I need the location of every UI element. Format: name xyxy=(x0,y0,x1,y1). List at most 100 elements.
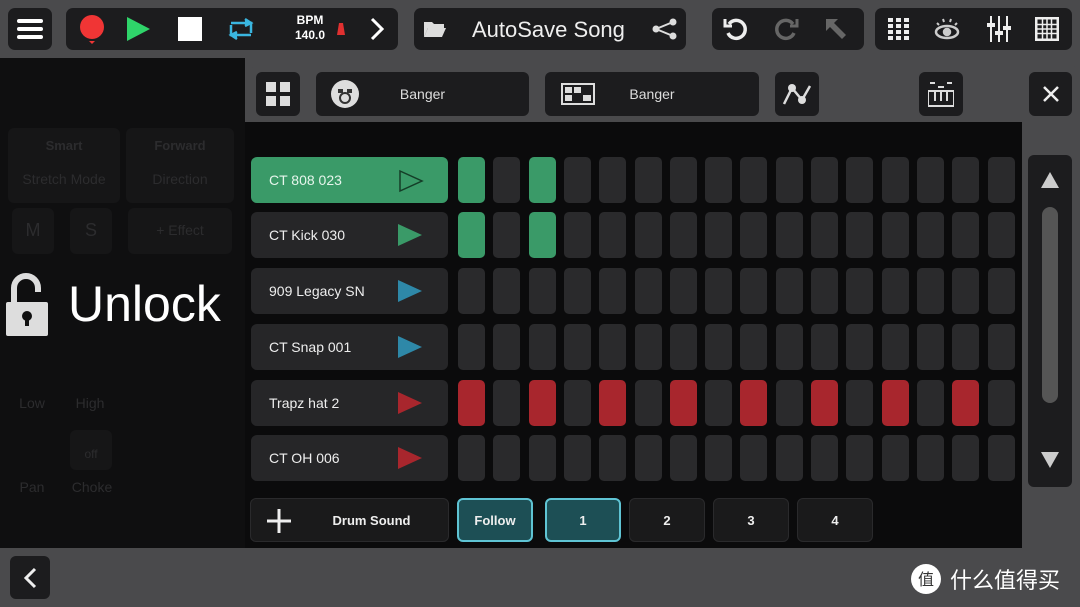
step-pad[interactable] xyxy=(669,324,697,370)
step-pad[interactable] xyxy=(916,212,944,258)
stop-button[interactable] xyxy=(170,8,210,50)
step-pad[interactable] xyxy=(775,212,803,258)
share-icon[interactable] xyxy=(648,8,682,50)
step-pad[interactable] xyxy=(705,324,733,370)
step-pad[interactable] xyxy=(528,435,556,481)
eye-icon[interactable] xyxy=(927,8,967,50)
step-pad[interactable] xyxy=(846,380,874,426)
preview-play-icon[interactable] xyxy=(398,336,422,358)
step-pad[interactable] xyxy=(493,268,521,314)
undo-icon[interactable] xyxy=(716,8,756,50)
step-pad[interactable] xyxy=(669,268,697,314)
track-button[interactable]: Trapz hat 2 xyxy=(251,380,448,426)
step-pad[interactable] xyxy=(846,157,874,203)
track-button[interactable]: CT Kick 030 xyxy=(251,212,448,258)
page-4-button[interactable]: 4 xyxy=(797,498,873,542)
step-pad[interactable] xyxy=(458,380,485,426)
step-pad[interactable] xyxy=(811,212,838,258)
step-pad[interactable] xyxy=(634,435,662,481)
step-pad[interactable] xyxy=(599,212,627,258)
step-pad[interactable] xyxy=(705,380,733,426)
step-pad[interactable] xyxy=(458,435,485,481)
step-pad[interactable] xyxy=(916,380,944,426)
step-pad[interactable] xyxy=(669,212,697,258)
step-pad[interactable] xyxy=(563,212,591,258)
step-pad[interactable] xyxy=(881,157,909,203)
step-pad[interactable] xyxy=(705,157,733,203)
add-effect-button[interactable]: + Effect xyxy=(128,222,232,238)
step-pad[interactable] xyxy=(952,324,980,370)
step-pad[interactable] xyxy=(563,380,591,426)
step-pad[interactable] xyxy=(775,324,803,370)
step-pad[interactable] xyxy=(952,268,980,314)
step-pad[interactable] xyxy=(916,157,944,203)
track-button[interactable]: 909 Legacy SN xyxy=(251,268,448,314)
step-pad[interactable] xyxy=(493,212,521,258)
page-1-button[interactable]: 1 xyxy=(545,498,621,542)
loop-button[interactable] xyxy=(221,8,261,50)
play-button[interactable] xyxy=(118,8,158,50)
step-pad[interactable] xyxy=(669,435,697,481)
step-pad[interactable] xyxy=(811,268,838,314)
pattern-selector[interactable]: Banger xyxy=(545,72,759,116)
track-button[interactable]: CT OH 006 xyxy=(251,435,448,481)
track-button[interactable]: CT 808 023 xyxy=(251,157,448,203)
step-pad[interactable] xyxy=(811,157,838,203)
step-pad[interactable] xyxy=(634,380,662,426)
bpm-display[interactable]: BPM 140.0 xyxy=(286,13,334,43)
unlock-overlay[interactable]: Unlock xyxy=(4,272,221,336)
pan-knob[interactable]: Pan xyxy=(8,479,56,495)
preview-play-icon[interactable] xyxy=(398,224,422,246)
step-pad[interactable] xyxy=(563,435,591,481)
page-3-button[interactable]: 3 xyxy=(713,498,789,542)
step-pad[interactable] xyxy=(881,435,909,481)
chevron-right-icon[interactable] xyxy=(362,8,392,50)
metronome-icon[interactable] xyxy=(334,20,348,38)
scroll-thumb[interactable] xyxy=(1042,207,1058,403)
step-pad[interactable] xyxy=(881,380,909,426)
step-pad[interactable] xyxy=(916,268,944,314)
step-pad[interactable] xyxy=(493,157,521,203)
step-pad[interactable] xyxy=(634,268,662,314)
step-pad[interactable] xyxy=(846,212,874,258)
record-button[interactable] xyxy=(72,8,112,50)
high-knob[interactable]: High xyxy=(66,395,114,411)
add-drum-sound-button[interactable]: Drum Sound xyxy=(250,498,449,542)
solo-button[interactable]: S xyxy=(70,220,112,241)
direction-value[interactable]: Forward xyxy=(126,138,234,153)
keyboard-button[interactable] xyxy=(919,72,963,116)
step-pad[interactable] xyxy=(528,157,556,203)
low-knob[interactable]: Low xyxy=(8,395,56,411)
step-pad[interactable] xyxy=(987,380,1015,426)
step-pad[interactable] xyxy=(599,380,627,426)
step-pad[interactable] xyxy=(952,212,980,258)
step-pad[interactable] xyxy=(811,435,838,481)
step-pad[interactable] xyxy=(740,212,768,258)
step-pad[interactable] xyxy=(775,157,803,203)
scroll-up-icon[interactable] xyxy=(1040,171,1060,189)
grid-icon[interactable] xyxy=(879,8,919,50)
scroll-down-icon[interactable] xyxy=(1040,451,1060,469)
preview-play-icon[interactable] xyxy=(398,447,422,469)
step-pad[interactable] xyxy=(563,157,591,203)
scrollbar[interactable] xyxy=(1028,155,1072,487)
step-pad[interactable] xyxy=(846,324,874,370)
step-pad[interactable] xyxy=(705,212,733,258)
close-button[interactable] xyxy=(1029,72,1072,116)
preview-play-icon[interactable] xyxy=(398,169,424,193)
step-pad[interactable] xyxy=(881,324,909,370)
step-pad[interactable] xyxy=(599,435,627,481)
back-button[interactable] xyxy=(10,556,50,599)
step-pad[interactable] xyxy=(881,268,909,314)
step-pad[interactable] xyxy=(775,268,803,314)
step-pad[interactable] xyxy=(952,435,980,481)
step-pad[interactable] xyxy=(458,324,485,370)
step-pad[interactable] xyxy=(952,380,980,426)
menu-button[interactable] xyxy=(8,8,52,50)
follow-toggle[interactable]: Follow xyxy=(457,498,533,542)
step-pad[interactable] xyxy=(775,380,803,426)
choke-value[interactable]: off xyxy=(70,447,112,461)
step-pad[interactable] xyxy=(987,435,1015,481)
song-title[interactable]: AutoSave Song xyxy=(472,17,625,43)
apps-button[interactable] xyxy=(256,72,300,116)
